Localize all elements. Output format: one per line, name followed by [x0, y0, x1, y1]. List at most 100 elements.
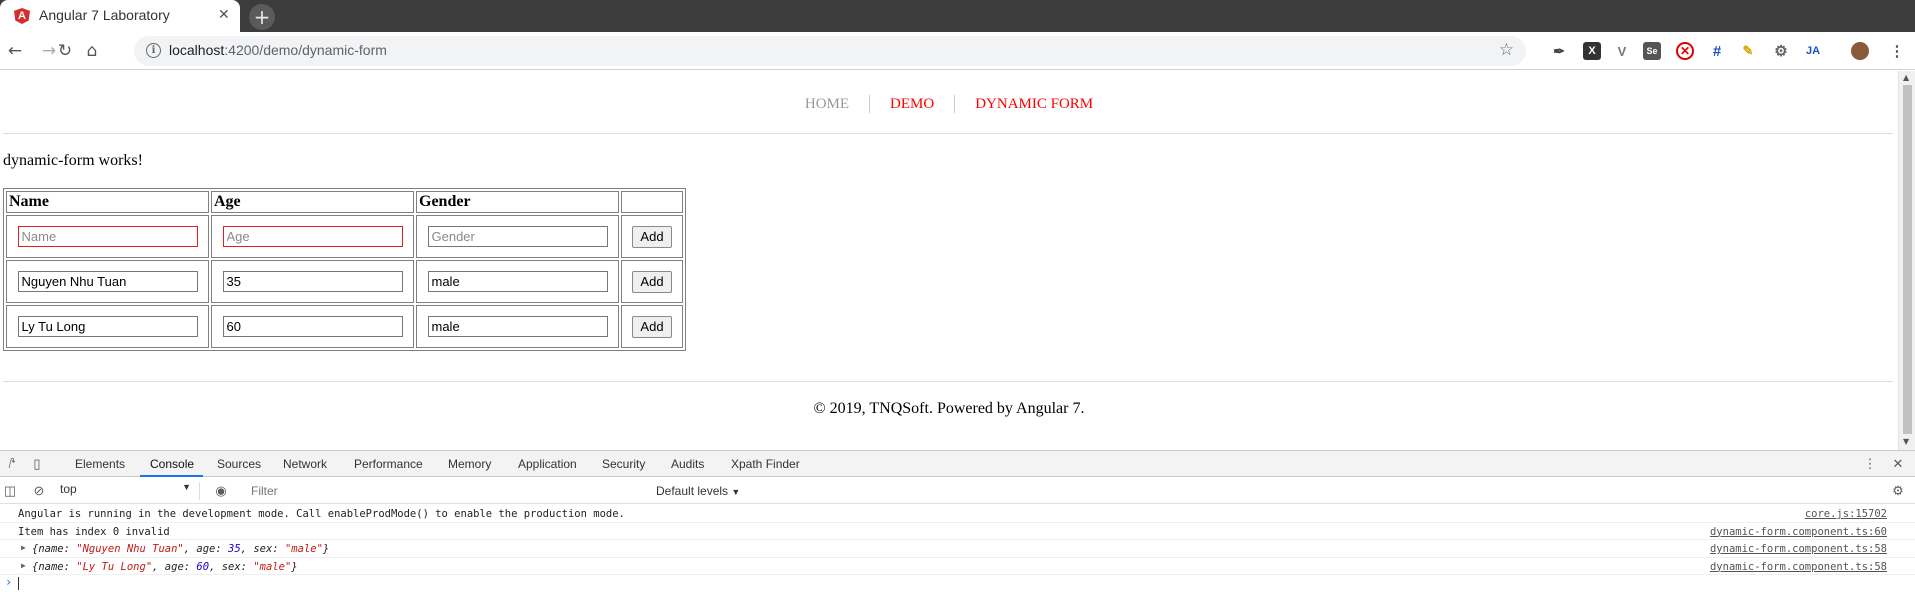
- age-input[interactable]: [222, 316, 403, 337]
- tab-console[interactable]: Console: [150, 457, 194, 471]
- name-input[interactable]: [17, 271, 198, 292]
- ja-extension-icon[interactable]: JA: [1804, 42, 1822, 60]
- home-icon[interactable]: ⌂: [81, 40, 103, 62]
- devtools-panel: ⭚ ▯ Elements Console Sources Network Per…: [0, 450, 1915, 610]
- age-input[interactable]: [222, 271, 403, 292]
- active-tab-indicator: [140, 475, 203, 477]
- pen-extension-icon[interactable]: ✒: [1550, 42, 1568, 60]
- url-path: :4200/demo/dynamic-form: [224, 42, 387, 58]
- dynamic-form-table: Name Age Gender Add Add: [3, 188, 686, 351]
- obj-age-value: 35: [228, 543, 241, 555]
- gender-cell: [416, 305, 619, 348]
- console-object-row[interactable]: ▶ {name: "Ly Tu Long", age: 60, sex: "ma…: [0, 558, 1915, 575]
- tab-application[interactable]: Application: [518, 457, 577, 471]
- table-header-row: Name Age Gender: [6, 191, 683, 213]
- name-cell: [6, 305, 209, 348]
- add-button[interactable]: Add: [632, 315, 672, 338]
- nav-demo-link[interactable]: DEMO: [870, 96, 954, 113]
- tab-memory[interactable]: Memory: [448, 457, 491, 471]
- tab-security[interactable]: Security: [602, 457, 645, 471]
- nav-dynamic-form-link[interactable]: DYNAMIC FORM: [955, 96, 1113, 113]
- gender-input[interactable]: [427, 316, 608, 337]
- menu-icon[interactable]: ⋮: [1888, 42, 1906, 60]
- new-tab-button[interactable]: +: [249, 4, 275, 30]
- name-cell: [6, 260, 209, 303]
- browser-tab[interactable]: A Angular 7 Laboratory ✕: [0, 0, 240, 32]
- header-actions: [621, 191, 683, 213]
- gender-cell: [416, 260, 619, 303]
- expand-triangle-icon[interactable]: ▶: [21, 561, 26, 570]
- star-icon[interactable]: ☆: [1499, 40, 1514, 60]
- action-cell: Add: [621, 215, 683, 258]
- back-icon[interactable]: ←: [4, 40, 26, 62]
- console-caret[interactable]: [18, 577, 19, 590]
- gear-extension-icon[interactable]: ⚙: [1772, 42, 1790, 60]
- v-extension-icon[interactable]: V: [1613, 42, 1631, 60]
- console-settings-gear-icon[interactable]: ⚙: [1890, 483, 1906, 499]
- tab-network[interactable]: Network: [283, 457, 327, 471]
- page-scrollbar[interactable]: ▲ ▼: [1898, 71, 1915, 450]
- reload-icon[interactable]: ↻: [54, 40, 76, 62]
- console-source-link[interactable]: core.js:15702: [1805, 508, 1887, 520]
- se-extension-icon[interactable]: Se: [1643, 42, 1661, 60]
- header-name: Name: [6, 191, 209, 213]
- tab-xpath-finder[interactable]: Xpath Finder: [731, 457, 800, 471]
- devtools-menu-icon[interactable]: ⋮: [1862, 456, 1878, 472]
- context-select[interactable]: top ▼: [60, 482, 200, 500]
- tab-sources[interactable]: Sources: [217, 457, 261, 471]
- page-message: dynamic-form works!: [3, 152, 143, 169]
- clear-console-icon[interactable]: ⊘: [31, 483, 47, 499]
- scrollbar-thumb[interactable]: [1903, 85, 1912, 434]
- name-input[interactable]: [17, 316, 198, 337]
- scroll-up-icon[interactable]: ▲: [1903, 73, 1909, 82]
- console-filter-bar: ◫ ⊘ top ▼ ◉ Default levels ▼ ⚙: [0, 478, 1915, 504]
- address-bar[interactable]: i localhost:4200/demo/dynamic-form ☆: [134, 36, 1526, 66]
- footer-text: © 2019, TNQSoft. Powered by Angular 7.: [813, 400, 1085, 417]
- console-source-link[interactable]: dynamic-form.component.ts:60: [1710, 526, 1887, 538]
- expand-triangle-icon[interactable]: ▶: [21, 543, 26, 552]
- add-button[interactable]: Add: [632, 270, 672, 293]
- info-icon[interactable]: i: [146, 43, 161, 58]
- brush-extension-icon[interactable]: ✎: [1739, 42, 1757, 60]
- block-extension-icon[interactable]: ✕: [1676, 42, 1694, 60]
- tab-close-icon[interactable]: ✕: [218, 7, 230, 23]
- obj-name-value: Nguyen Nhu Tuan: [82, 543, 178, 555]
- age-cell: [211, 260, 414, 303]
- tab-elements[interactable]: Elements: [75, 457, 125, 471]
- gender-input[interactable]: [427, 271, 608, 292]
- hash-extension-icon[interactable]: #: [1708, 42, 1726, 60]
- footer-divider: [3, 381, 1893, 382]
- nav-home-link[interactable]: HOME: [785, 96, 869, 113]
- eye-icon[interactable]: ◉: [213, 483, 229, 499]
- inspect-element-icon[interactable]: ⭚: [4, 456, 20, 472]
- name-input[interactable]: [17, 226, 198, 247]
- console-output: Angular is running in the development mo…: [0, 505, 1915, 593]
- sidebar-toggle-icon[interactable]: ◫: [2, 483, 18, 499]
- url-host: localhost: [169, 42, 225, 58]
- console-object-row[interactable]: ▶ {name: "Nguyen Nhu Tuan", age: 35, sex…: [0, 540, 1915, 558]
- add-button[interactable]: Add: [632, 225, 672, 248]
- console-source-link[interactable]: dynamic-form.component.ts:58: [1710, 543, 1887, 555]
- url-text[interactable]: localhost:4200/demo/dynamic-form: [169, 42, 387, 58]
- avatar[interactable]: [1851, 42, 1869, 60]
- tab-performance[interactable]: Performance: [354, 457, 423, 471]
- device-toolbar-icon[interactable]: ▯: [29, 456, 45, 472]
- log-levels-select[interactable]: Default levels ▼: [656, 484, 740, 498]
- x-extension-icon[interactable]: X: [1583, 42, 1601, 60]
- obj-sex-value: male: [291, 543, 317, 555]
- action-cell: Add: [621, 260, 683, 303]
- tab-audits[interactable]: Audits: [671, 457, 704, 471]
- chevron-down-icon: ▼: [731, 487, 741, 497]
- browser-toolbar: ← → ↻ ⌂ i localhost:4200/demo/dynamic-fo…: [0, 32, 1915, 70]
- console-source-link[interactable]: dynamic-form.component.ts:58: [1710, 561, 1887, 573]
- console-prompt-row[interactable]: ›: [0, 575, 1915, 593]
- close-devtools-icon[interactable]: ✕: [1890, 456, 1906, 472]
- console-message: Item has index 0 invalid dynamic-form.co…: [0, 523, 1915, 540]
- gender-input[interactable]: [427, 226, 608, 247]
- log-levels-label: Default levels: [656, 484, 729, 498]
- console-message-text: Item has index 0 invalid: [18, 525, 170, 538]
- scroll-down-icon[interactable]: ▼: [1903, 437, 1909, 446]
- filter-input[interactable]: [247, 482, 647, 500]
- obj-name-value: Ly Tu Long: [82, 560, 146, 573]
- age-input[interactable]: [222, 226, 403, 247]
